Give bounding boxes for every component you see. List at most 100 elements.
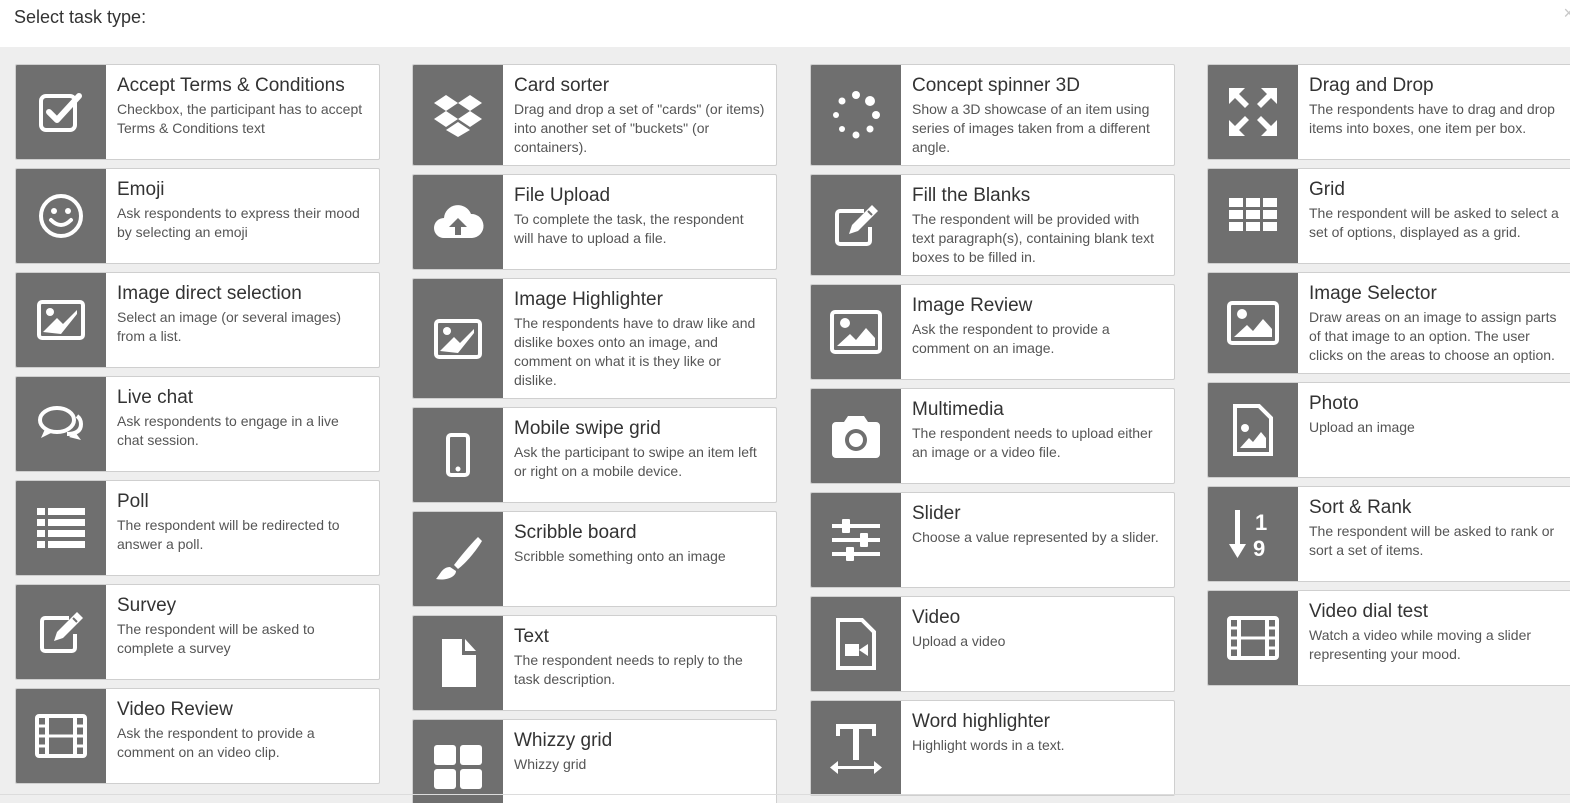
task-card-description: The respondent will be redirected to ans…: [117, 517, 340, 552]
svg-text:1: 1: [1255, 510, 1267, 535]
task-card-title: Grid: [1309, 179, 1345, 200]
modal-header: Select task type: ×: [0, 0, 1570, 47]
task-card-whizzy-grid[interactable]: Whizzy grid Whizzy grid: [412, 719, 777, 803]
task-card-grid[interactable]: Grid The respondent will be asked to sele…: [1207, 168, 1570, 264]
task-card-text: Live chat Ask respondents to engage in a …: [106, 377, 379, 471]
task-card-description: To complete the task, the respondent wil…: [514, 211, 744, 246]
task-card-title: Image Review: [912, 295, 1033, 316]
task-card-sort-rank[interactable]: 1 9 Sort & Rank The respondent will be aske…: [1207, 486, 1570, 582]
task-card-title: Mobile swipe grid: [514, 418, 661, 439]
arrows-expand-icon: [1208, 65, 1298, 159]
task-card-emoji[interactable]: Emoji Ask respondents to express their mo…: [15, 168, 380, 264]
task-card-text: Image Highlighter The respondents have to…: [503, 279, 776, 398]
task-card-text: Photo Upload an image: [1298, 383, 1570, 477]
task-card-title: Emoji: [117, 179, 165, 200]
task-card-description: Ask respondents to express their mood by…: [117, 205, 360, 240]
task-card-image-review[interactable]: Image Review Ask the respondent to provid…: [810, 284, 1175, 380]
image-file-icon: [1208, 383, 1298, 477]
task-card-title: Sort & Rank: [1309, 497, 1412, 518]
task-card-title: Slider: [912, 503, 961, 524]
modal-title: Select task type:: [14, 7, 147, 27]
task-card-text: Text The respondent needs to reply to the…: [503, 616, 776, 710]
task-column-2: Card sorter Drag and drop a set of "cards…: [412, 64, 777, 803]
task-column-1: Accept Terms & Conditions Checkbox, the p…: [15, 64, 380, 792]
task-card-description: Ask the participant to swipe an item lef…: [514, 444, 757, 479]
edit-icon: [811, 175, 901, 275]
task-card-accept-terms-conditions[interactable]: Accept Terms & Conditions Checkbox, the p…: [15, 64, 380, 160]
task-card-slider[interactable]: Slider Choose a value represented by a sl…: [810, 492, 1175, 588]
task-card-file-upload[interactable]: File Upload To complete the task, the res…: [412, 174, 777, 270]
task-card-text: Drag and Drop The respondents have to dra…: [1298, 65, 1570, 159]
task-column-3: Concept spinner 3D Show a 3D showcase of …: [810, 64, 1175, 803]
task-card-multimedia[interactable]: Multimedia The respondent needs to upload…: [810, 388, 1175, 484]
task-card-text: Video dial test Watch a video while movin…: [1298, 591, 1570, 685]
chat-bubbles-icon: [16, 377, 106, 471]
task-card-survey[interactable]: Survey The respondent will be asked to co…: [15, 584, 380, 680]
image-selection-icon: [16, 273, 106, 367]
task-card-video[interactable]: Video Upload a video: [810, 596, 1175, 692]
task-card-image-selector[interactable]: Image Selector Draw areas on an image to …: [1207, 272, 1570, 374]
task-card-text[interactable]: Text The respondent needs to reply to the…: [412, 615, 777, 711]
task-card-mobile-swipe-grid[interactable]: Mobile swipe grid Ask the participant to …: [412, 407, 777, 503]
task-card-description: Select an image (or several images) from…: [117, 309, 342, 344]
file-icon: [413, 616, 503, 710]
task-card-text: Video Upload a video: [901, 597, 1174, 691]
task-card-live-chat[interactable]: Live chat Ask respondents to engage in a …: [15, 376, 380, 472]
task-card-text: Emoji Ask respondents to express their mo…: [106, 169, 379, 263]
task-card-image-highlighter[interactable]: Image Highlighter The respondents have to…: [412, 278, 777, 399]
camera-icon: [811, 389, 901, 483]
dropbox-icon: [413, 65, 503, 165]
picture-icon: [1208, 273, 1298, 373]
task-card-fill-the-blanks[interactable]: Fill the Blanks The respondent will be pr…: [810, 174, 1175, 276]
task-card-title: File Upload: [514, 185, 611, 206]
close-button[interactable]: ×: [1563, 4, 1570, 22]
cloud-upload-icon: [413, 175, 503, 269]
task-card-title: Photo: [1309, 393, 1359, 414]
task-card-description: Watch a video while moving a slider repr…: [1309, 627, 1532, 662]
task-card-text: Fill the Blanks The respondent will be pr…: [901, 175, 1174, 275]
task-card-poll[interactable]: Poll The respondent will be redirected to…: [15, 480, 380, 576]
task-card-video-review[interactable]: Video Review Ask the respondent to provid…: [15, 688, 380, 784]
edit-icon: [16, 585, 106, 679]
task-card-title: Concept spinner 3D: [912, 75, 1080, 96]
task-card-text: Slider Choose a value represented by a sl…: [901, 493, 1174, 587]
checkbox-icon: [16, 65, 106, 159]
svg-text:9: 9: [1253, 536, 1265, 561]
task-card-photo[interactable]: Photo Upload an image: [1207, 382, 1570, 478]
task-type-grid: Accept Terms & Conditions Checkbox, the p…: [0, 47, 1570, 803]
task-card-description: Show a 3D showcase of an item using seri…: [912, 101, 1150, 155]
task-card-text: Grid The respondent will be asked to sele…: [1298, 169, 1570, 263]
task-card-scribble-board[interactable]: Scribble board Scribble something onto an…: [412, 511, 777, 607]
film-icon: [16, 689, 106, 783]
task-card-image-direct-selection[interactable]: Image direct selection Select an image (o…: [15, 272, 380, 368]
task-card-text: Image Review Ask the respondent to provid…: [901, 285, 1174, 379]
task-card-text: Whizzy grid Whizzy grid: [503, 720, 776, 803]
task-card-drag-and-drop[interactable]: Drag and Drop The respondents have to dra…: [1207, 64, 1570, 160]
task-card-title: Survey: [117, 595, 177, 616]
task-card-text: Scribble board Scribble something onto an…: [503, 512, 776, 606]
task-card-text: Sort & Rank The respondent will be asked …: [1298, 487, 1570, 581]
task-card-title: Video dial test: [1309, 601, 1429, 622]
task-card-description: Upload an image: [1309, 419, 1415, 435]
task-card-concept-spinner-3d[interactable]: Concept spinner 3D Show a 3D showcase of …: [810, 64, 1175, 166]
task-card-word-highlighter[interactable]: Word highlighter Highlight words in a tex…: [810, 700, 1175, 796]
task-card-title: Poll: [117, 491, 149, 512]
task-card-description: The respondents have to draw like and di…: [514, 315, 756, 388]
task-card-text: Concept spinner 3D Show a 3D showcase of …: [901, 65, 1174, 165]
task-card-card-sorter[interactable]: Card sorter Drag and drop a set of "cards…: [412, 64, 777, 166]
video-file-icon: [811, 597, 901, 691]
picture-icon: [811, 285, 901, 379]
task-card-description: The respondent will be asked to select a…: [1309, 205, 1559, 240]
table-grid-icon: [1208, 169, 1298, 263]
task-card-description: Scribble something onto an image: [514, 548, 726, 564]
task-card-text: Video Review Ask the respondent to provid…: [106, 689, 379, 783]
task-card-title: Image Selector: [1309, 283, 1437, 304]
task-card-title: Image direct selection: [117, 283, 302, 304]
spinner-icon: [811, 65, 901, 165]
task-card-description: Ask respondents to engage in a live chat…: [117, 413, 339, 448]
task-card-description: Checkbox, the participant has to accept …: [117, 101, 363, 136]
task-card-text: Card sorter Drag and drop a set of "cards…: [503, 65, 776, 165]
task-card-video-dial-test[interactable]: Video dial test Watch a video while movin…: [1207, 590, 1570, 686]
list-icon: [16, 481, 106, 575]
smiley-icon: [16, 169, 106, 263]
